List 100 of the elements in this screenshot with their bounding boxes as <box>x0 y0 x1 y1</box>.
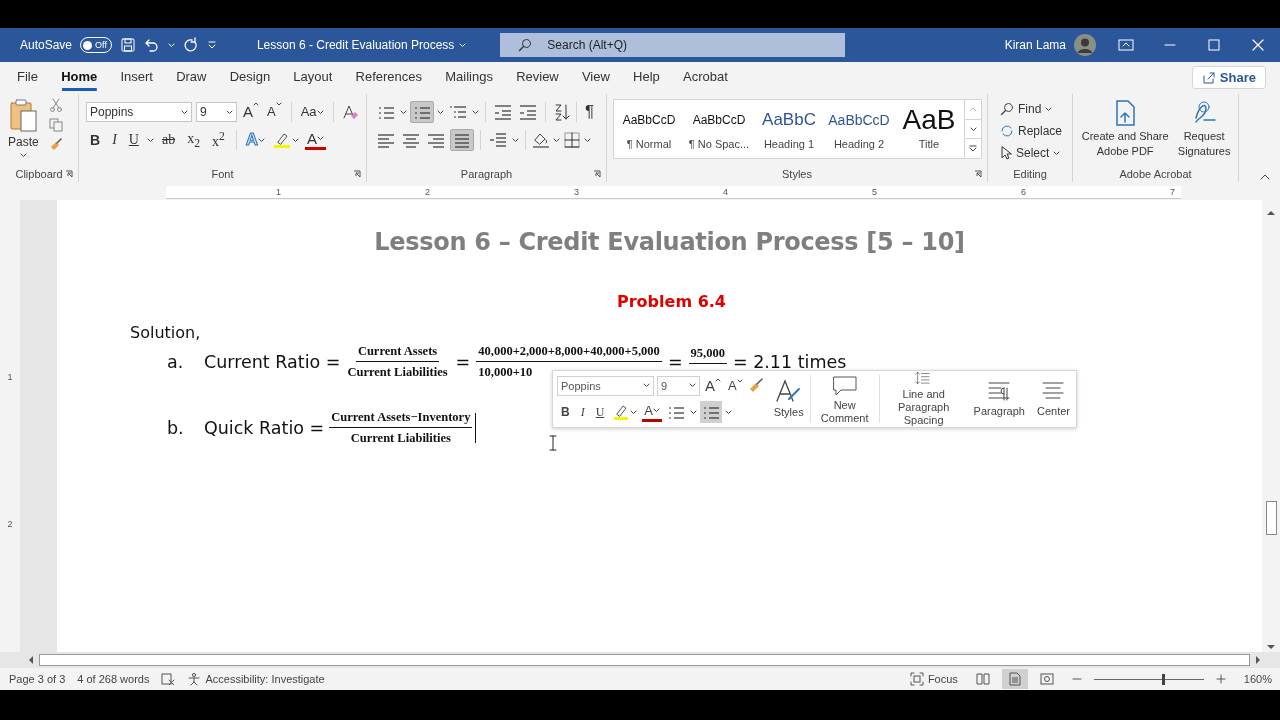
line-spacing-button[interactable]: Line and Paragraph Spacing <box>879 371 968 427</box>
vertical-scrollbar[interactable] <box>1262 200 1280 652</box>
ribbon-tab[interactable]: Design <box>218 63 282 91</box>
italic-button[interactable]: I <box>108 129 121 151</box>
caret-icon[interactable] <box>630 409 638 415</box>
style-option[interactable]: AaBbCcD Heading 2 <box>824 100 894 158</box>
save-icon[interactable] <box>119 37 136 53</box>
justify-button[interactable] <box>450 129 474 151</box>
scrollbar-thumb[interactable] <box>1265 501 1277 535</box>
scroll-down-icon[interactable] <box>1267 645 1275 650</box>
caret-icon[interactable] <box>725 409 732 415</box>
font-name-field[interactable]: Poppins <box>86 102 192 122</box>
style-option[interactable]: AaBbCcD ¶ Normal <box>614 100 684 158</box>
proofing-icon[interactable] <box>161 673 176 685</box>
style-option[interactable]: AaBbC Heading 1 <box>754 100 824 158</box>
close-icon[interactable] <box>1250 39 1266 51</box>
shrink-font-button[interactable]: A <box>726 378 745 394</box>
request-signatures-button[interactable]: Request Signatures <box>1175 98 1233 166</box>
styles-button[interactable]: Styles <box>767 371 810 427</box>
caret-icon[interactable] <box>317 136 325 141</box>
select-button[interactable]: Select <box>996 142 1067 164</box>
caret-icon[interactable] <box>226 109 233 115</box>
redo-icon[interactable] <box>182 37 199 53</box>
ribbon-tab[interactable]: Help <box>622 63 671 91</box>
ribbon-tab[interactable]: File <box>6 63 49 91</box>
shrink-font-button[interactable]: A <box>265 101 284 123</box>
font-color-button[interactable]: A <box>305 130 327 150</box>
dialog-launcher-icon[interactable] <box>974 170 982 178</box>
bold-button[interactable]: B <box>557 405 574 420</box>
ribbon-tab[interactable]: Insert <box>109 63 164 91</box>
caret-icon[interactable] <box>512 137 519 143</box>
view-mode-button[interactable] <box>1001 669 1028 689</box>
word-count[interactable]: 4 of 268 words <box>77 673 150 685</box>
font-size-field[interactable]: 9 <box>657 375 700 396</box>
ribbon-tab[interactable]: Layout <box>282 63 344 91</box>
paste-button[interactable]: Paste <box>8 98 39 166</box>
style-option[interactable]: AaBbCcD ¶ No Spac... <box>684 100 754 158</box>
superscript-button[interactable]: x$^{2}$ <box>207 129 229 151</box>
caret-icon[interactable] <box>19 153 27 158</box>
underline-button[interactable]: U <box>124 129 143 151</box>
ribbon-tab[interactable]: Acrobat <box>672 63 739 91</box>
horizontal-scrollbar[interactable] <box>27 652 1262 668</box>
caret-icon[interactable] <box>146 137 154 143</box>
caret-icon[interactable] <box>437 109 444 115</box>
caret-icon[interactable] <box>181 109 188 115</box>
dialog-launcher-icon[interactable] <box>353 170 361 178</box>
zoom-level[interactable]: 160% <box>1243 673 1272 685</box>
underline-button[interactable]: U <box>591 404 609 420</box>
more-styles-icon[interactable] <box>969 145 977 153</box>
font-name-field[interactable]: Poppins <box>557 375 654 396</box>
caret-icon[interactable] <box>584 137 591 143</box>
ribbon-tab[interactable]: Review <box>505 63 570 91</box>
bold-button[interactable]: B <box>86 129 105 151</box>
numbering-button[interactable] <box>700 401 722 424</box>
caret-icon[interactable] <box>690 409 697 415</box>
create-pdf-button[interactable]: Create and Share Adobe PDF <box>1077 98 1174 166</box>
strikethrough-button[interactable]: ab <box>157 129 180 151</box>
font-size-field[interactable]: 9 <box>196 102 237 122</box>
caret-icon[interactable] <box>969 126 977 132</box>
ribbon-tab[interactable]: Draw <box>165 63 218 91</box>
ribbon-tab[interactable]: View <box>570 63 621 91</box>
cut-icon[interactable] <box>48 98 63 112</box>
caret-icon[interactable] <box>472 109 479 115</box>
change-case-button[interactable]: Aa <box>298 101 326 123</box>
caret-icon[interactable] <box>689 383 696 389</box>
scroll-left-icon[interactable] <box>27 655 35 665</box>
dialog-launcher-icon[interactable] <box>593 170 601 178</box>
scroll-up-icon[interactable] <box>1267 210 1275 215</box>
subscript-button[interactable]: x$_{2}$ <box>183 129 204 151</box>
caret-icon[interactable] <box>553 137 560 143</box>
document-title[interactable]: Lesson 6 - Credit Evaluation Process <box>256 38 455 52</box>
zoom-in-icon[interactable] <box>1215 674 1226 684</box>
grow-font-button[interactable]: A <box>241 101 261 123</box>
caret-icon[interactable] <box>653 408 660 414</box>
focus-button[interactable]: Focus <box>909 672 958 686</box>
paragraph-button[interactable]: Paragraph <box>967 371 1031 427</box>
ribbon-tab[interactable]: Mailings <box>434 63 504 91</box>
zoom-slider[interactable] <box>1162 673 1166 685</box>
caret-icon[interactable] <box>643 383 650 389</box>
caret-icon[interactable] <box>400 109 407 115</box>
scroll-right-icon[interactable] <box>1254 655 1262 665</box>
share-icon[interactable] <box>1201 70 1215 84</box>
share-button[interactable]: Share <box>1191 65 1266 89</box>
show-formatting-button[interactable]: ¶ <box>583 101 597 123</box>
caret-icon[interactable] <box>316 109 324 115</box>
grow-font-button[interactable]: A <box>703 377 723 395</box>
customize-toolbar-icon[interactable] <box>206 40 217 50</box>
accessibility-status[interactable]: Accessibility: Investigate <box>187 672 325 686</box>
maximize-icon[interactable] <box>1206 39 1222 51</box>
caret-icon[interactable] <box>1045 106 1053 112</box>
replace-button[interactable]: Replace <box>996 120 1067 142</box>
dialog-launcher-icon[interactable] <box>65 170 73 178</box>
caret-icon[interactable] <box>292 137 300 143</box>
ribbon-tab[interactable]: References <box>344 63 434 91</box>
ribbon-display-icon[interactable] <box>1118 39 1134 51</box>
search-icon[interactable] <box>518 38 533 52</box>
clear-formatting-icon[interactable] <box>340 103 359 121</box>
caret-icon[interactable] <box>1053 150 1061 156</box>
font-color-button[interactable]: A <box>642 402 662 423</box>
new-comment-button[interactable]: New Comment <box>810 371 879 427</box>
